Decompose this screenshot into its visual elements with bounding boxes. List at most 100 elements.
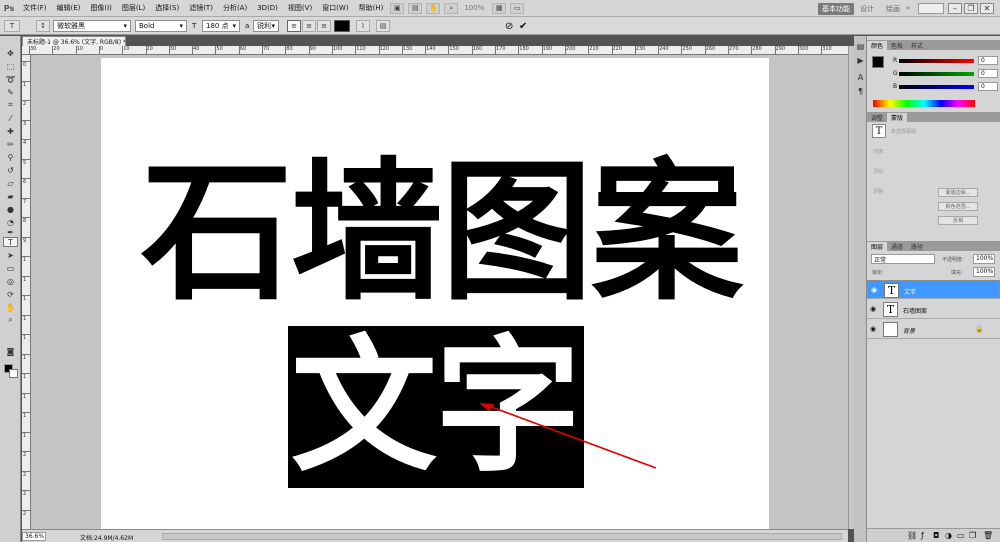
blue-slider[interactable] [899,85,974,89]
tab-channels[interactable]: 通道 [887,242,907,251]
menu-item-select[interactable]: 选择(S) [150,3,184,13]
commit-edit-icon[interactable]: ✔ [519,20,531,32]
clone-stamp-icon[interactable]: ⚲ [3,152,18,162]
menu-item-help[interactable]: 帮助(H) [354,3,389,13]
fill-input[interactable]: 100% [973,267,995,277]
status-zoom-field[interactable]: 36.6% [22,532,46,541]
align-left-button[interactable]: ≡ [287,20,301,32]
close-icon[interactable]: ✕ [980,3,994,14]
layer-row-stone-wall[interactable]: ◉ T 石墙图案 [867,300,1000,319]
menu-item-layer[interactable]: 图层(L) [117,3,150,13]
document-tab[interactable]: 未标题-1 @ 36.6% (文字, RGB/8) * × [22,36,126,46]
blue-value-input[interactable]: 0 [978,82,998,91]
mini-bridge-icon[interactable]: ▤ [408,2,423,14]
green-value-input[interactable]: 0 [978,69,998,78]
new-layer-icon[interactable]: ❐ [969,531,976,540]
warp-text-icon[interactable]: ⌇ [356,20,370,32]
path-select-icon[interactable]: ➤ [3,250,18,260]
visibility-eye-icon[interactable]: ◉ [871,286,878,294]
menu-item-3d[interactable]: 3D(D) [252,4,283,12]
layer-row-wenzi[interactable]: ◉ T 文字 [867,280,1000,299]
text-orientation-icon[interactable]: ↕ [36,20,50,32]
add-mask-icon[interactable]: ◘ [933,531,939,540]
text-tool-preset-icon[interactable]: T [4,20,20,32]
menu-item-edit[interactable]: 编辑(E) [52,3,86,13]
tab-masks[interactable]: 蒙版 [887,113,908,122]
layer-style-icon[interactable]: ƒ [921,531,924,540]
menu-item-image[interactable]: 图像(I) [85,3,117,13]
blur-tool-icon[interactable]: ● [3,204,18,214]
menu-item-filter[interactable]: 滤镜(T) [184,3,218,13]
eyedropper-tool-icon[interactable]: ⁄ [3,113,18,123]
search-input[interactable] [918,3,944,14]
align-right-button[interactable]: ≡ [317,20,331,32]
paragraph-panel-icon[interactable]: ¶ [856,87,865,96]
zoom-level-select[interactable]: 100% [464,4,484,12]
color-range-button[interactable]: 颜色范围... [938,202,978,211]
tab-paths[interactable]: 路径 [907,242,927,251]
tab-styles[interactable]: 样式 [907,41,927,50]
workspace-essentials-button[interactable]: 基本功能 [818,3,854,15]
tab-layers[interactable]: 图层 [867,242,888,251]
lasso-tool-icon[interactable]: ➰ [3,74,18,84]
tab-color[interactable]: 颜色 [867,41,888,50]
red-slider[interactable] [899,59,974,63]
color-spectrum-bar[interactable] [873,100,975,107]
hand-tool-icon[interactable]: ✋ [426,2,441,14]
marquee-tool-icon[interactable]: ⬚ [3,61,18,71]
gradient-tool-icon[interactable]: ▰ [3,191,18,201]
brush-tool-icon[interactable]: ✏ [3,139,18,149]
visibility-eye-icon[interactable]: ◉ [870,325,877,333]
font-size-select[interactable]: 180 点 ▾ [202,20,240,32]
eraser-tool-icon[interactable]: ▱ [3,178,18,188]
menu-item-window[interactable]: 窗口(W) [317,3,353,13]
arrange-documents-icon[interactable]: ▦ [492,2,507,14]
font-family-select[interactable]: 微软雅黑 ▾ [53,20,131,32]
status-document-size[interactable]: 文档:24.9M/4.62M [80,533,133,542]
workspace-paint-link[interactable]: 绘画 [886,4,900,14]
menu-item-analysis[interactable]: 分析(A) [218,3,252,13]
bridge-icon[interactable]: ▣ [390,2,405,14]
invert-button[interactable]: 反相 [938,216,978,225]
visibility-eye-icon[interactable]: ◉ [870,305,877,313]
cancel-edit-icon[interactable]: ⊘ [505,20,517,32]
trash-icon[interactable]: 🗑 [983,531,993,540]
mask-edge-button[interactable]: 蒙版边缘... [938,188,978,197]
move-tool-icon[interactable]: ✥ [3,48,18,58]
workspace-design-link[interactable]: 设计 [860,4,874,14]
minimize-icon[interactable]: – [948,3,962,14]
green-slider[interactable] [899,72,974,76]
dodge-tool-icon[interactable]: ◔ [3,217,18,227]
history-panel-icon[interactable]: ▤ [856,42,865,51]
link-layers-icon[interactable]: ⛓ [907,531,917,540]
blend-mode-select[interactable]: 正常 [871,254,935,264]
align-center-button[interactable]: ≡ [302,20,316,32]
crop-tool-icon[interactable]: ⌗ [3,100,18,110]
font-style-select[interactable]: Bold ▾ [135,20,187,32]
tab-adjustments[interactable]: 调整 [867,113,887,122]
character-panel-icon[interactable]: A [856,73,865,82]
screen-mode-icon[interactable]: ▭ [510,2,525,14]
menu-item-view[interactable]: 视图(V) [283,3,317,13]
quick-mask-icon[interactable]: ◙ [3,346,18,356]
opacity-input[interactable]: 100% [973,254,995,264]
group-folder-icon[interactable]: ▭ [957,531,965,540]
adjustment-layer-icon[interactable]: ◑ [945,531,952,540]
zoom-tool-icon[interactable]: ⌕ [444,2,459,14]
3d-rotate-icon[interactable]: ◎ [3,276,18,286]
workspace-more-icon[interactable]: » [906,4,910,12]
hand-tool-icon[interactable]: ✋ [3,302,18,312]
pen-tool-icon[interactable]: ✒ [3,227,18,237]
text-tool-icon[interactable]: T [3,237,18,247]
history-brush-icon[interactable]: ↺ [3,165,18,175]
restore-icon[interactable]: ❐ [964,3,978,14]
quick-select-tool-icon[interactable]: ✎ [3,87,18,97]
red-value-input[interactable]: 0 [978,56,998,65]
horizontal-scrollbar[interactable] [162,533,842,540]
3d-orbit-icon[interactable]: ⟳ [3,289,18,299]
text-color-swatch[interactable] [334,20,350,32]
character-panel-icon[interactable]: ▤ [376,20,390,32]
healing-brush-icon[interactable]: ✚ [3,126,18,136]
zoom-tool-icon[interactable]: ⌕ [3,315,18,325]
tab-swatches[interactable]: 色板 [887,41,907,50]
